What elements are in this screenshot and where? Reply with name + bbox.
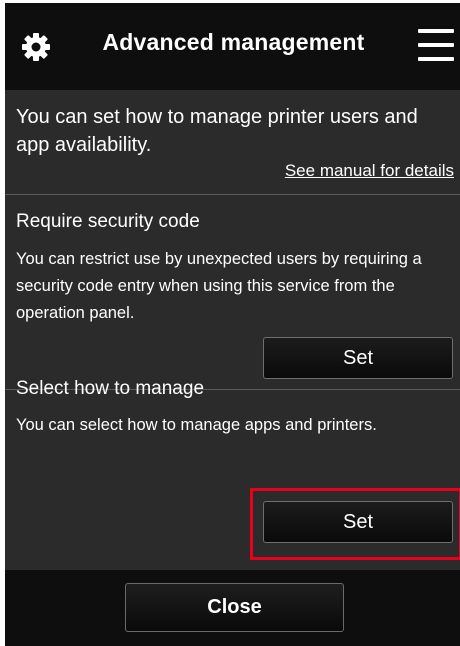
security-code-title: Require security code	[16, 211, 200, 232]
manual-details-link[interactable]: See manual for details	[285, 161, 454, 181]
divider	[5, 194, 460, 195]
security-code-description: You can restrict use by unexpected users…	[16, 250, 422, 322]
footer-bar: Close	[5, 570, 460, 646]
close-button[interactable]: Close	[125, 583, 344, 632]
select-manage-title: Select how to manage	[16, 378, 205, 399]
intro-text: You can set how to manage printer users …	[16, 106, 418, 156]
hamburger-menu-icon[interactable]	[418, 29, 454, 61]
highlight-box	[250, 488, 460, 560]
advanced-management-screen: Advanced management You can set how to m…	[5, 3, 460, 646]
select-manage-description: You can select how to manage apps and pr…	[16, 416, 377, 434]
page-title: Advanced management	[102, 29, 365, 55]
header-bar: Advanced management	[5, 3, 460, 90]
gear-icon[interactable]	[20, 31, 52, 63]
security-code-set-button[interactable]: Set	[263, 337, 453, 379]
